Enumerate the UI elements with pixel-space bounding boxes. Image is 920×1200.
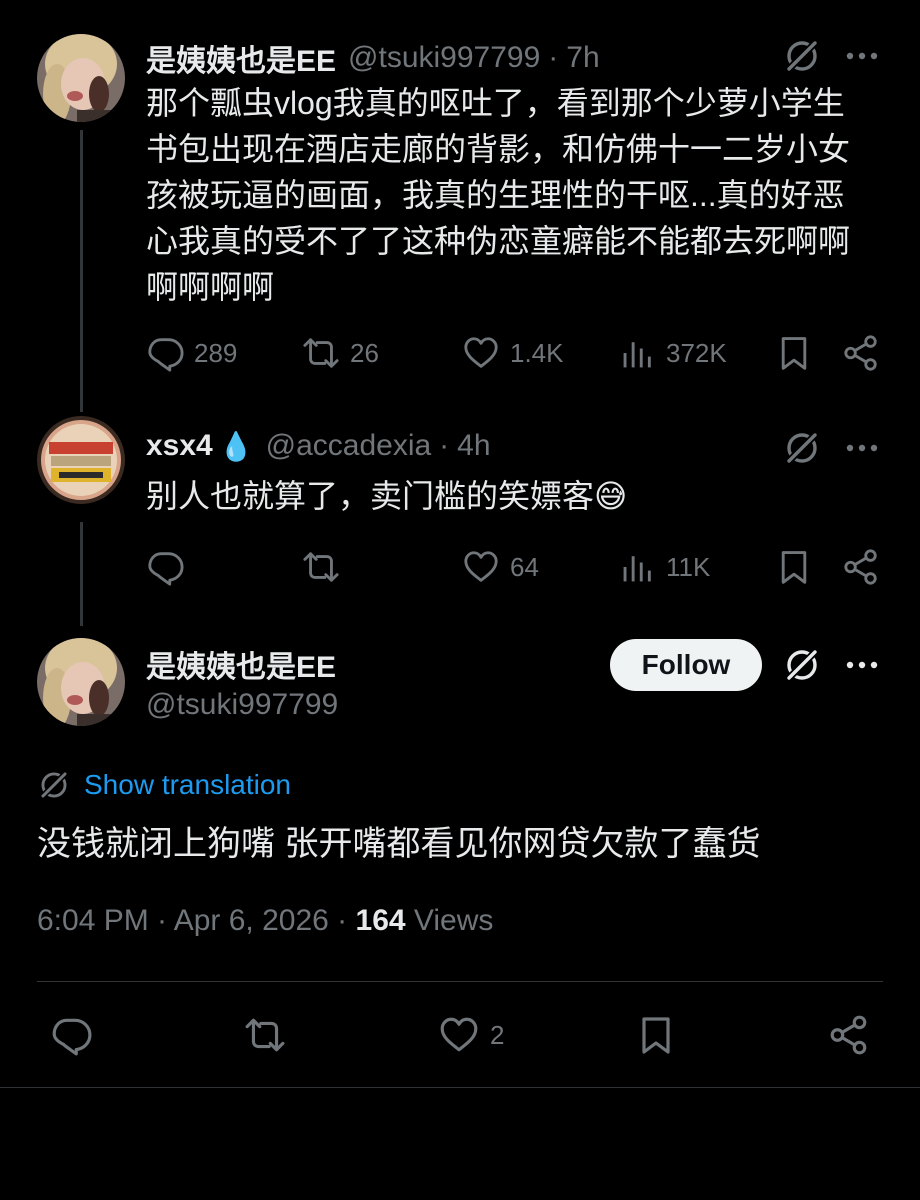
bookmark-button[interactable] [776,334,812,372]
tweet-text-line: 孩被玩逼的画面，我真的生理性的干呕...真的好恶 [146,177,845,213]
timestamp[interactable]: 6:04 PM · Apr 6, 2026 · [37,904,356,937]
tweet-text-line: 啊啊啊啊 [146,269,275,305]
repost-button[interactable]: 26 [302,334,379,372]
handle[interactable]: @accadexia [266,429,432,463]
bookmark-icon [776,548,812,586]
divider [37,981,883,982]
like-count: 2 [490,1019,505,1050]
sweat-smile-emoji: 😅 [594,478,628,514]
avatar[interactable] [37,34,125,122]
droplet-emoji: 💧 [218,430,254,462]
grok-icon[interactable] [782,428,822,468]
views-button[interactable]: 11K [620,548,710,586]
share-button[interactable] [842,548,880,586]
bookmark-icon [636,1014,676,1056]
tweet-meta: 6:04 PM · Apr 6, 2026 · 164 Views [37,904,493,938]
timestamp[interactable]: 7h [566,41,599,75]
like-button[interactable]: 2 [438,1014,504,1056]
more-icon[interactable] [842,645,882,685]
avatar[interactable] [37,638,125,726]
reply-icon [146,548,184,586]
repost-icon [302,548,340,586]
share-icon [828,1014,870,1056]
view-count: 11K [666,551,711,582]
divider [0,1087,920,1088]
tweet-text-content: 别人也就算了，卖门槛的笑嫖客 [146,478,595,514]
heart-icon [462,548,500,586]
like-count: 1.4K [510,337,564,368]
bookmark-button[interactable] [776,548,812,586]
like-button[interactable]: 64 [462,548,539,586]
views-icon [620,548,656,586]
share-icon [842,334,880,372]
bookmark-icon [776,334,812,372]
follow-button[interactable]: Follow [610,639,762,691]
tweet-header: xsx4 💧 @accadexia · 4h [146,429,491,463]
timestamp[interactable]: 4h [457,429,490,463]
heart-icon [462,334,500,372]
reply-button[interactable] [146,548,184,586]
thread-line [80,130,83,412]
avatar[interactable] [37,416,125,504]
repost-icon [302,334,340,372]
view-count: 164 [355,904,406,937]
display-name[interactable]: xsx4 [146,429,213,463]
grok-icon[interactable] [782,645,822,685]
repost-icon [244,1014,286,1056]
reply-button[interactable]: 289 [146,334,237,372]
share-button[interactable] [842,334,880,372]
repost-count: 26 [350,337,379,368]
repost-button[interactable] [244,1014,286,1056]
share-icon [842,548,880,586]
handle[interactable]: @tsuki997799 [348,41,540,75]
views-label: Views [405,904,494,937]
repost-button[interactable] [302,548,340,586]
reply-icon [50,1014,92,1056]
display-name[interactable]: 是姨姨也是EE [146,642,336,686]
share-button[interactable] [828,1014,870,1056]
more-icon[interactable] [842,36,882,76]
reply-count: 289 [194,337,238,368]
views-button[interactable]: 372K [620,334,727,372]
tweet-text-line: 心我真的受不了了这种伪恋童癖能不能都去死啊啊 [146,223,851,259]
tweet-text: 那个瓢虫vlog我真的呕吐了，看到那个少萝小学生 书包出现在酒店走廊的背影，和仿… [146,80,850,310]
display-name[interactable]: 是姨姨也是EE [146,36,336,80]
handle[interactable]: @tsuki997799 [146,688,338,722]
bookmark-button[interactable] [636,1014,676,1056]
reply-button[interactable] [50,1014,92,1056]
tweet-header: 是姨姨也是EE @tsuki997799 · 7h [146,36,600,80]
grok-icon[interactable] [782,36,822,76]
main-tweet-text: 没钱就闭上狗嘴 张开嘴都看见你网贷欠款了蠢货 [37,825,761,863]
show-translation-link[interactable]: Show translation [84,769,291,801]
translate-icon [37,768,71,802]
heart-icon [438,1014,480,1056]
reply-icon [146,334,184,372]
tweet-text: 别人也就算了，卖门槛的笑嫖客😅 [146,473,627,519]
thread-line [80,522,83,626]
tweet-text-line: 书包出现在酒店走廊的背影，和仿佛十一二岁小女 [146,131,851,167]
tweet-text-line: 那个瓢虫vlog我真的呕吐了，看到那个少萝小学生 [146,85,845,121]
more-icon[interactable] [842,428,882,468]
separator: · [548,41,559,74]
like-button[interactable]: 1.4K [462,334,564,372]
separator: · [439,429,450,462]
show-translation[interactable]: Show translation [37,768,291,802]
view-count: 372K [666,337,727,368]
like-count: 64 [510,551,539,582]
views-icon [620,334,656,372]
